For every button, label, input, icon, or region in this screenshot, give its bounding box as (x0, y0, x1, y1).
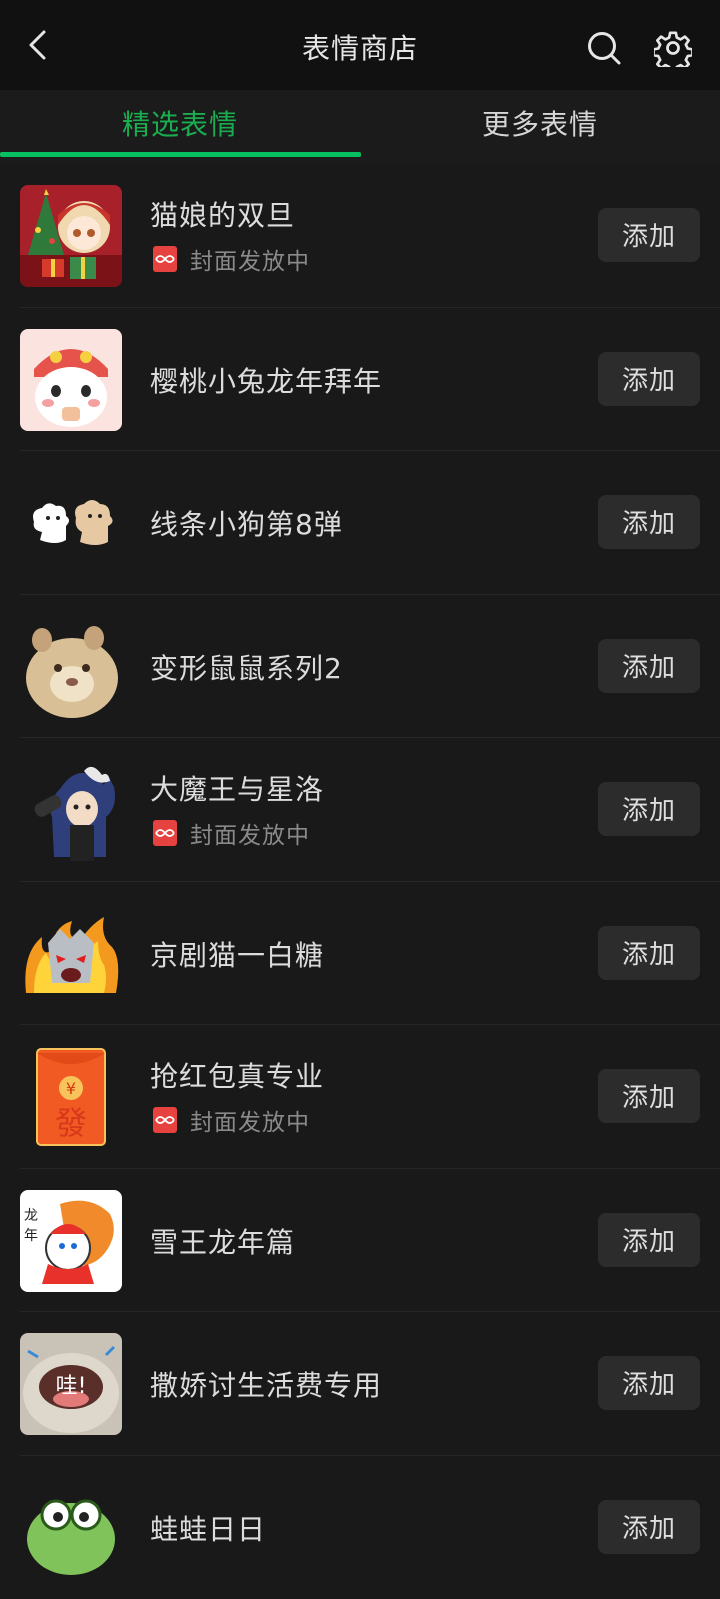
sticker-thumbnail (20, 185, 122, 287)
search-icon[interactable] (586, 30, 622, 66)
sticker-name: 变形鼠鼠系列2 (150, 647, 343, 687)
list-item[interactable]: ¥ 發 抢红包真专业 封面发放中 添加 (0, 1025, 720, 1169)
list-item[interactable]: 京剧猫一白糖 添加 (0, 882, 720, 1026)
svg-text:發: 發 (55, 1104, 87, 1142)
add-button[interactable]: 添加 (598, 926, 700, 980)
sticker-thumbnail (20, 903, 122, 1005)
sticker-thumbnail (20, 329, 122, 431)
tab-more[interactable]: 更多表情 (360, 90, 720, 160)
sticker-thumbnail (20, 759, 122, 861)
svg-text:龙: 龙 (24, 1208, 38, 1224)
sticker-name: 大魔王与星洛 (150, 768, 324, 808)
tab-active-indicator (0, 152, 361, 157)
add-button[interactable]: 添加 (598, 1213, 700, 1267)
sticker-name: 雪王龙年篇 (150, 1221, 295, 1261)
cover-status: 封面发放中 (153, 1105, 310, 1135)
list-item[interactable]: 猫娘的双旦 封面发放中 添加 (0, 164, 720, 308)
add-button[interactable]: 添加 (598, 208, 700, 262)
add-button[interactable]: 添加 (598, 495, 700, 549)
sticker-thumbnail (20, 1477, 122, 1579)
top-bar: 表情商店 (0, 0, 720, 90)
sticker-thumbnail: 龙 年 (20, 1190, 122, 1292)
add-button[interactable]: 添加 (598, 782, 700, 836)
red-envelope-icon (153, 246, 177, 272)
list-item[interactable]: 樱桃小兔龙年拜年 添加 (0, 308, 720, 452)
gear-icon[interactable] (654, 29, 692, 67)
cover-status: 封面发放中 (153, 818, 310, 848)
sticker-name: 线条小狗第8弹 (150, 503, 343, 543)
sticker-name: 樱桃小兔龙年拜年 (150, 360, 382, 400)
add-button[interactable]: 添加 (598, 1069, 700, 1123)
red-envelope-icon (153, 1107, 177, 1133)
tab-featured[interactable]: 精选表情 (0, 90, 360, 160)
sticker-name: 蛙蛙日日 (150, 1508, 266, 1548)
red-envelope-icon (153, 820, 177, 846)
sticker-thumbnail: 哇! (20, 1333, 122, 1435)
add-button[interactable]: 添加 (598, 1356, 700, 1410)
cover-status: 封面发放中 (153, 244, 310, 274)
svg-text:¥: ¥ (66, 1079, 76, 1098)
list-item[interactable]: 蛙蛙日日 添加 (0, 1456, 720, 1599)
list-item[interactable]: 大魔王与星洛 封面发放中 添加 (0, 738, 720, 882)
sticker-name: 猫娘的双旦 (150, 194, 295, 234)
sticker-name: 撒娇讨生活费专用 (150, 1364, 382, 1404)
sticker-thumbnail: ¥ 發 (20, 1046, 122, 1148)
sticker-thumbnail (20, 472, 122, 574)
list-item[interactable]: 变形鼠鼠系列2 添加 (0, 595, 720, 739)
add-button[interactable]: 添加 (598, 1500, 700, 1554)
add-button[interactable]: 添加 (598, 639, 700, 693)
list-item[interactable]: 线条小狗第8弹 添加 (0, 451, 720, 595)
sticker-name: 京剧猫一白糖 (150, 934, 324, 974)
sticker-thumbnail (20, 616, 122, 718)
add-button[interactable]: 添加 (598, 352, 700, 406)
sticker-name: 抢红包真专业 (150, 1055, 324, 1095)
svg-text:哇!: 哇! (56, 1374, 87, 1399)
svg-text:年: 年 (24, 1228, 38, 1244)
list-item[interactable]: 哇! 撒娇讨生活费专用 添加 (0, 1312, 720, 1456)
list-item[interactable]: 龙 年 雪王龙年篇 添加 (0, 1169, 720, 1313)
sticker-list: 猫娘的双旦 封面发放中 添加 樱桃小兔龙年拜年 添加 (0, 164, 720, 1599)
